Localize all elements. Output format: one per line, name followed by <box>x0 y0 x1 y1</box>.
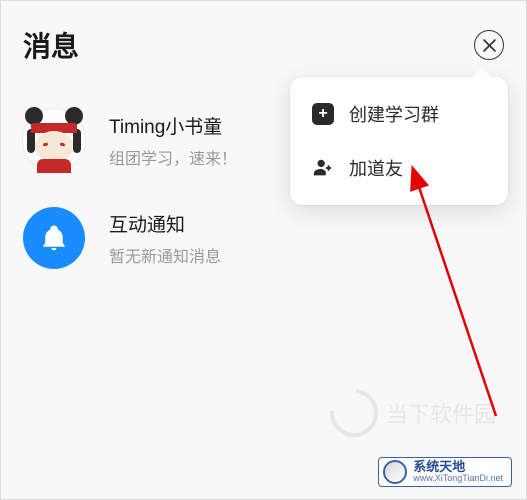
header: 消息 <box>1 1 526 79</box>
watermark-brand: 当下软件园 <box>330 389 496 437</box>
watermark-footer-main: 系统天地 <box>413 460 503 474</box>
watermark-footer-sub: www.XiTongTianDi.net <box>413 474 503 484</box>
menu-item-add-friend[interactable]: 加道友 <box>290 141 508 195</box>
avatar-shutong <box>23 109 85 171</box>
menu-item-create-group[interactable]: + 创建学习群 <box>290 87 508 141</box>
item-title: Timing小书童 <box>109 112 237 139</box>
watermark-footer: 系统天地 www.XiTongTianDi.net <box>378 457 512 487</box>
page-title: 消息 <box>23 25 79 65</box>
watermark-icon <box>383 460 407 484</box>
avatar-bell <box>23 207 85 269</box>
bell-icon <box>39 223 69 253</box>
dropdown-menu: + 创建学习群 加道友 <box>290 77 508 205</box>
item-title: 互动通知 <box>109 210 221 237</box>
item-subtitle: 暂无新通知消息 <box>109 243 221 267</box>
menu-label: 创建学习群 <box>349 101 439 127</box>
item-subtitle: 组团学习，速来！ <box>109 145 237 169</box>
menu-label: 加道友 <box>349 155 403 181</box>
plus-square-icon: + <box>312 103 334 125</box>
close-icon <box>483 39 496 52</box>
close-button[interactable] <box>474 30 504 60</box>
add-friend-icon <box>312 157 334 179</box>
